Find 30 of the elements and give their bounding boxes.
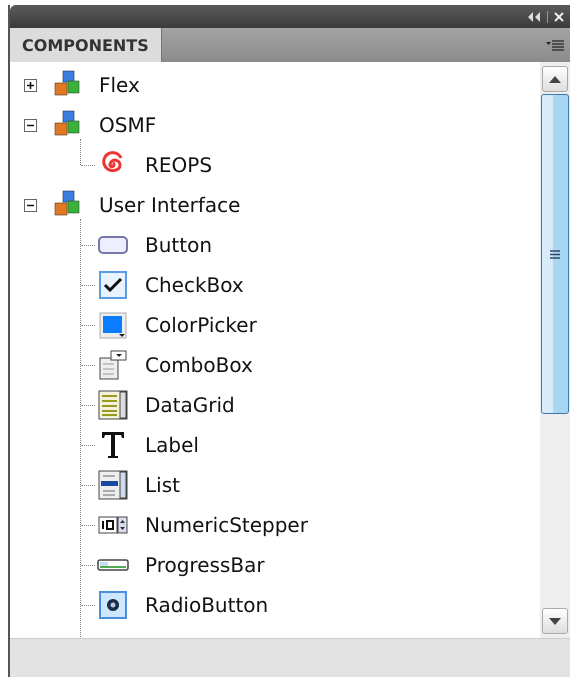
tree-item-label[interactable]: ProgressBar: [145, 553, 265, 577]
tree-item-label[interactable]: List: [145, 473, 180, 497]
scrollbar-thumb[interactable]: [541, 94, 569, 414]
list-icon: [97, 469, 129, 501]
tree-item-label[interactable]: DataGrid: [145, 393, 235, 417]
collapse-toggle[interactable]: [24, 118, 37, 132]
tree-item-label[interactable]: NumericStepper: [145, 513, 308, 537]
tree-item-label[interactable]: RadioButton: [145, 593, 268, 617]
combobox-icon: [97, 349, 129, 381]
caret-down-icon: [549, 618, 561, 624]
checkbox-icon: [97, 269, 129, 301]
tree-item-label[interactable]: CheckBox: [145, 273, 244, 297]
tree-item-label[interactable]: OSMF: [99, 113, 156, 137]
scroll-down-button[interactable]: [542, 608, 568, 634]
tree-item-label[interactable]: REOPS: [145, 153, 212, 177]
expand-toggle[interactable]: [24, 78, 37, 92]
collapse-icon[interactable]: [527, 12, 541, 22]
close-icon[interactable]: [554, 12, 564, 22]
tree-item-label[interactable]: Flex: [99, 73, 140, 97]
data-grid-icon: [97, 389, 129, 421]
tree-item-label[interactable]: Label: [145, 433, 199, 457]
scroll-up-button[interactable]: [542, 66, 568, 92]
panel-tab[interactable]: COMPONENTS: [10, 28, 162, 62]
tree-item-label[interactable]: ColorPicker: [145, 313, 257, 337]
caret-up-icon: [549, 76, 561, 82]
collapse-toggle[interactable]: [24, 198, 37, 212]
tree-item-label[interactable]: Button: [145, 233, 212, 257]
radio-button-icon: [97, 589, 129, 621]
tree-item-label[interactable]: User Interface: [99, 193, 240, 217]
tree-item-label[interactable]: ComboBox: [145, 353, 253, 377]
